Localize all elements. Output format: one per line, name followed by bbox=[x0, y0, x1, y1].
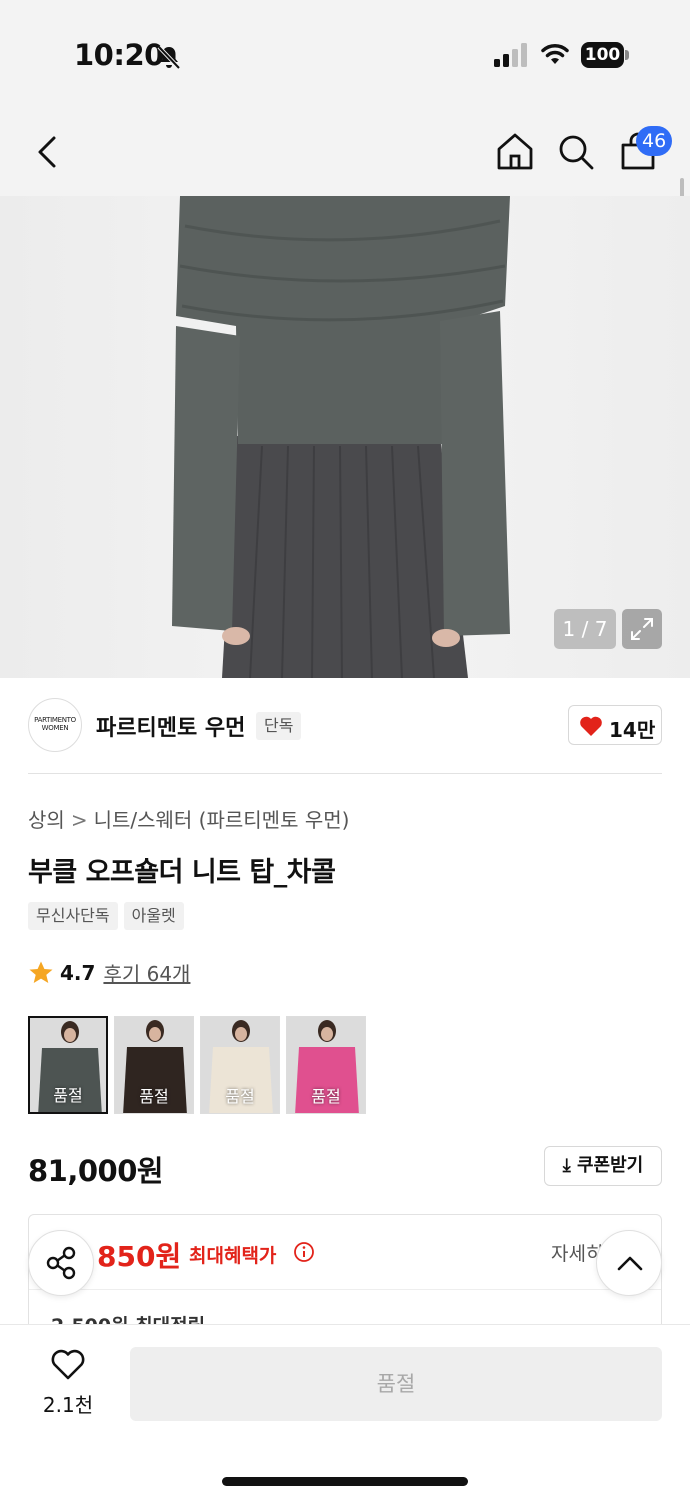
brand-like-button[interactable]: 14만 bbox=[568, 705, 662, 745]
breadcrumb: 상의 > 니트/스웨터 (파르티멘토 우먼) bbox=[28, 804, 349, 833]
product-photo bbox=[172, 196, 510, 678]
color-option-status: 품절 bbox=[225, 1087, 255, 1106]
battery-icon: 100 bbox=[581, 42, 629, 68]
breadcrumb-separator: > bbox=[70, 808, 88, 832]
signal-icon bbox=[494, 43, 527, 67]
wifi-icon bbox=[541, 43, 569, 64]
info-icon[interactable] bbox=[293, 1241, 315, 1263]
scroll-top-button[interactable] bbox=[596, 1230, 662, 1296]
color-option-status: 품절 bbox=[139, 1087, 169, 1106]
rating-value: 4.7 bbox=[60, 960, 96, 985]
star-icon bbox=[29, 961, 53, 983]
image-page-indicator: 1 / 7 bbox=[554, 609, 616, 649]
divider bbox=[29, 1289, 661, 1290]
wish-count: 2.1천 bbox=[42, 1393, 94, 1417]
product-price: 81,000원 bbox=[28, 1154, 164, 1188]
product-image[interactable] bbox=[0, 196, 690, 678]
battery-level: 100 bbox=[581, 42, 624, 68]
color-option-ivory[interactable]: 품절 bbox=[200, 1016, 280, 1114]
product-title: 부클 오프숄더 니트 탑_차콜 bbox=[28, 857, 336, 888]
share-button[interactable] bbox=[28, 1230, 94, 1296]
heart-outline-icon[interactable] bbox=[50, 1349, 86, 1381]
product-tags: 무신사단독 아울렛 bbox=[28, 902, 184, 930]
color-option-brown[interactable]: 품절 bbox=[114, 1016, 194, 1114]
heart-filled-icon bbox=[580, 716, 602, 736]
rating: 4.7 후기 64개 bbox=[28, 958, 190, 987]
status-bar: 10:20 100 bbox=[0, 0, 690, 110]
review-link[interactable]: 후기 64개 bbox=[103, 958, 190, 987]
share-icon bbox=[46, 1246, 76, 1280]
tag-exclusive: 무신사단독 bbox=[28, 902, 118, 930]
brand-exclusive-tag: 단독 bbox=[256, 712, 302, 740]
brand-like-count: 14만 bbox=[609, 718, 656, 742]
divider bbox=[28, 773, 662, 774]
brand-logo[interactable]: PARTIMENTO WOMEN bbox=[28, 698, 82, 752]
color-options: 품절 품절 품절 품절 bbox=[28, 1016, 366, 1114]
benefit-label: 최대혜택가 bbox=[189, 1245, 277, 1267]
search-icon[interactable] bbox=[554, 130, 598, 174]
breadcrumb-category[interactable]: 상의 bbox=[28, 808, 65, 832]
chevron-up-icon bbox=[617, 1256, 643, 1271]
status-time: 10:20 bbox=[74, 38, 164, 72]
cart-count-badge: 46 bbox=[636, 126, 673, 156]
expand-icon[interactable] bbox=[622, 609, 662, 649]
tag-outlet: 아울렛 bbox=[123, 902, 184, 930]
color-option-status: 품절 bbox=[53, 1086, 83, 1105]
color-option-charcoal[interactable]: 품절 bbox=[28, 1016, 108, 1114]
home-indicator bbox=[222, 1477, 468, 1486]
color-option-status: 품절 bbox=[311, 1087, 341, 1106]
color-option-pink[interactable]: 품절 bbox=[286, 1016, 366, 1114]
bell-slash-icon bbox=[157, 45, 181, 70]
bottom-action-bar: 2.1천 품절 bbox=[0, 1324, 690, 1500]
breadcrumb-subcategory[interactable]: 니트/스웨터 (파르티멘토 우먼) bbox=[94, 808, 350, 832]
brand-name[interactable]: 파르티멘토 우먼 bbox=[96, 710, 245, 742]
coupon-button[interactable]: ⤓ 쿠폰받기 bbox=[544, 1146, 662, 1186]
benefit-price: 850원 bbox=[97, 1240, 182, 1273]
home-icon[interactable] bbox=[493, 130, 537, 174]
back-chevron-icon[interactable] bbox=[26, 130, 70, 174]
soldout-button[interactable]: 품절 bbox=[130, 1347, 662, 1421]
